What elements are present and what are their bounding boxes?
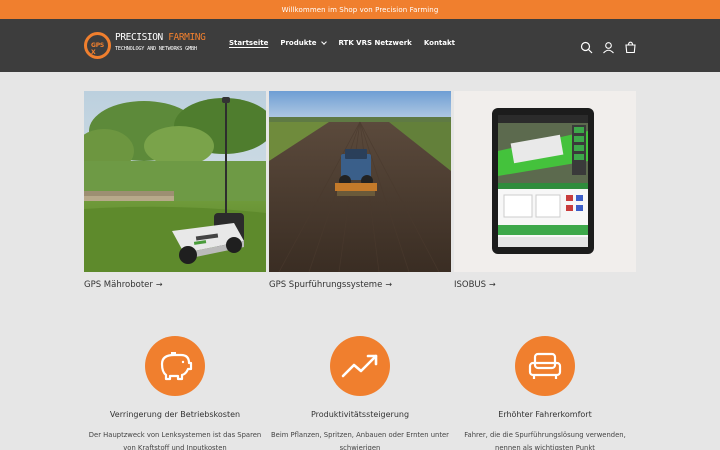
logo[interactable]: GPS X PRECISION FARMING TECHNOLOGY AND N… xyxy=(84,32,214,60)
collection-image-robot-mower[interactable] xyxy=(84,91,266,272)
logo-title: PRECISION FARMING xyxy=(115,32,206,43)
nav-label: RTK VRS Netzwerk xyxy=(338,39,412,47)
feature-text: Beim Pflanzen, Spritzen, Anbauen oder Er… xyxy=(271,431,449,450)
feature-title: Erhöhter Fahrerkomfort xyxy=(498,410,592,419)
piggy-bank-icon xyxy=(145,336,205,396)
nav-item-rtk-vrs[interactable]: RTK VRS Netzwerk xyxy=(338,39,411,47)
cart-icon[interactable] xyxy=(624,39,637,54)
feature-fahrerkomfort: Erhöhter Fahrerkomfort Fahrer, die die S… xyxy=(454,336,636,450)
collection-title[interactable]: GPS Mähroboter → xyxy=(84,280,163,290)
arrow-right-icon: → xyxy=(155,280,163,289)
collection-title-text: GPS Spurführungssysteme xyxy=(269,280,383,290)
collection-title[interactable]: GPS Spurführungssysteme → xyxy=(269,280,392,290)
feature-produktivitaet: Produktivitätssteigerung Beim Pflanzen, … xyxy=(269,336,451,450)
feature-row: Verringerung der Betriebskosten Der Haup… xyxy=(84,336,636,450)
main-nav: Startseite Produkte RTK VRS Netzwerk Kon… xyxy=(229,38,467,47)
nav-label: Produkte xyxy=(280,39,317,47)
logo-mark-text: GPS X xyxy=(91,42,105,56)
feature-text: Fahrer, die die Spurführungslösung verwe… xyxy=(464,431,626,450)
announcement-bar: Willkommen im Shop von Precision Farming xyxy=(0,0,720,19)
collection-title-text: ISOBUS xyxy=(454,280,487,290)
search-icon[interactable] xyxy=(580,39,593,54)
nav-item-produkte[interactable]: Produkte xyxy=(280,38,328,47)
announcement-text: Willkommen im Shop von Precision Farming xyxy=(281,5,439,14)
collection-image-tractor[interactable] xyxy=(269,91,451,272)
collection-card-maehroboter[interactable]: GPS Mähroboter → xyxy=(84,91,266,296)
logo-title-part1: PRECISION xyxy=(115,32,169,43)
arrow-right-icon: → xyxy=(385,280,393,289)
feature-title: Produktivitätssteigerung xyxy=(310,410,410,419)
collection-title-text: GPS Mähroboter xyxy=(84,280,153,290)
collection-list: GPS Mähroboter → GPS Spurführungssysteme… xyxy=(84,91,636,301)
logo-title-part2: FARMING xyxy=(168,32,206,43)
collection-image-isobus[interactable] xyxy=(454,91,636,272)
chevron-down-icon xyxy=(321,38,328,45)
nav-label: Kontakt xyxy=(423,39,455,47)
collection-card-spurfuehrung[interactable]: GPS Spurführungssysteme → xyxy=(269,91,451,296)
logo-mark: GPS X xyxy=(84,32,111,59)
logo-subtitle: TECHNOLOGY AND NETWORKS GMBH xyxy=(115,46,197,52)
site-header: GPS X PRECISION FARMING TECHNOLOGY AND N… xyxy=(0,19,720,72)
feature-text: Der Hauptzweck von Lenksystemen ist das … xyxy=(88,431,262,450)
nav-item-startseite[interactable]: Startseite xyxy=(229,39,268,47)
armchair-icon xyxy=(515,336,575,396)
nav-label: Startseite xyxy=(229,39,269,47)
feature-betriebskosten: Verringerung der Betriebskosten Der Haup… xyxy=(84,336,266,450)
feature-title: Verringerung der Betriebskosten xyxy=(109,410,241,419)
nav-item-kontakt[interactable]: Kontakt xyxy=(424,39,455,47)
header-icons xyxy=(580,39,637,54)
account-icon[interactable] xyxy=(602,39,615,54)
collection-title[interactable]: ISOBUS → xyxy=(454,280,496,290)
trend-up-icon xyxy=(330,336,390,396)
arrow-right-icon: → xyxy=(489,280,496,289)
collection-card-isobus[interactable]: ISOBUS → xyxy=(454,91,636,296)
